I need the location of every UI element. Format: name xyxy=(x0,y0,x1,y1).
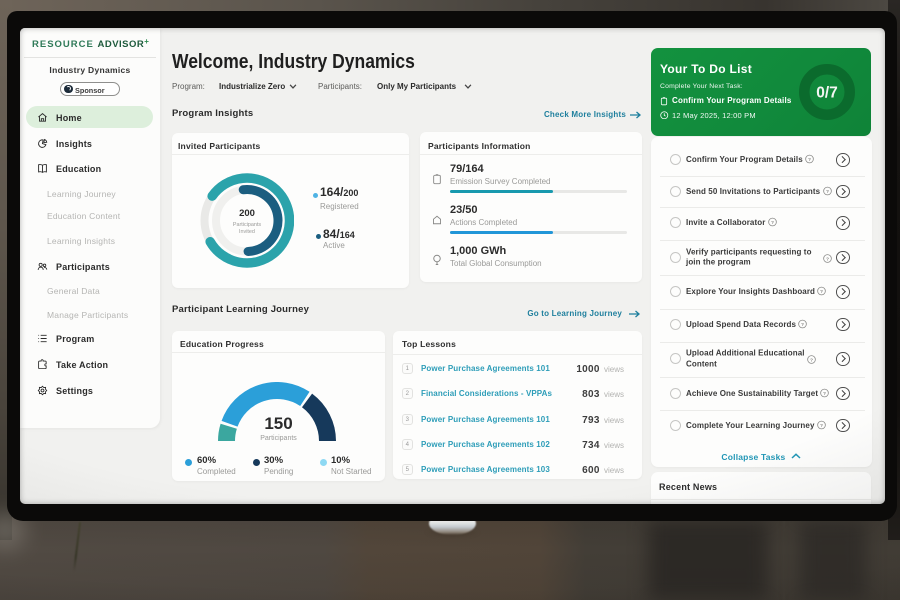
svg-text:?: ? xyxy=(826,188,829,194)
svg-text:?: ? xyxy=(820,289,823,295)
svg-text:Participants: Participants xyxy=(233,222,261,228)
svg-text:?: ? xyxy=(826,256,829,262)
svg-text:?: ? xyxy=(801,321,804,327)
svg-text:Invited: Invited xyxy=(239,229,255,235)
svg-text:?: ? xyxy=(808,157,811,163)
svg-text:?: ? xyxy=(810,357,813,363)
svg-text:?: ? xyxy=(823,390,826,396)
svg-text:?: ? xyxy=(820,422,823,428)
svg-text:0/7: 0/7 xyxy=(816,85,838,102)
svg-text:?: ? xyxy=(771,220,774,226)
svg-text:200: 200 xyxy=(239,208,255,219)
